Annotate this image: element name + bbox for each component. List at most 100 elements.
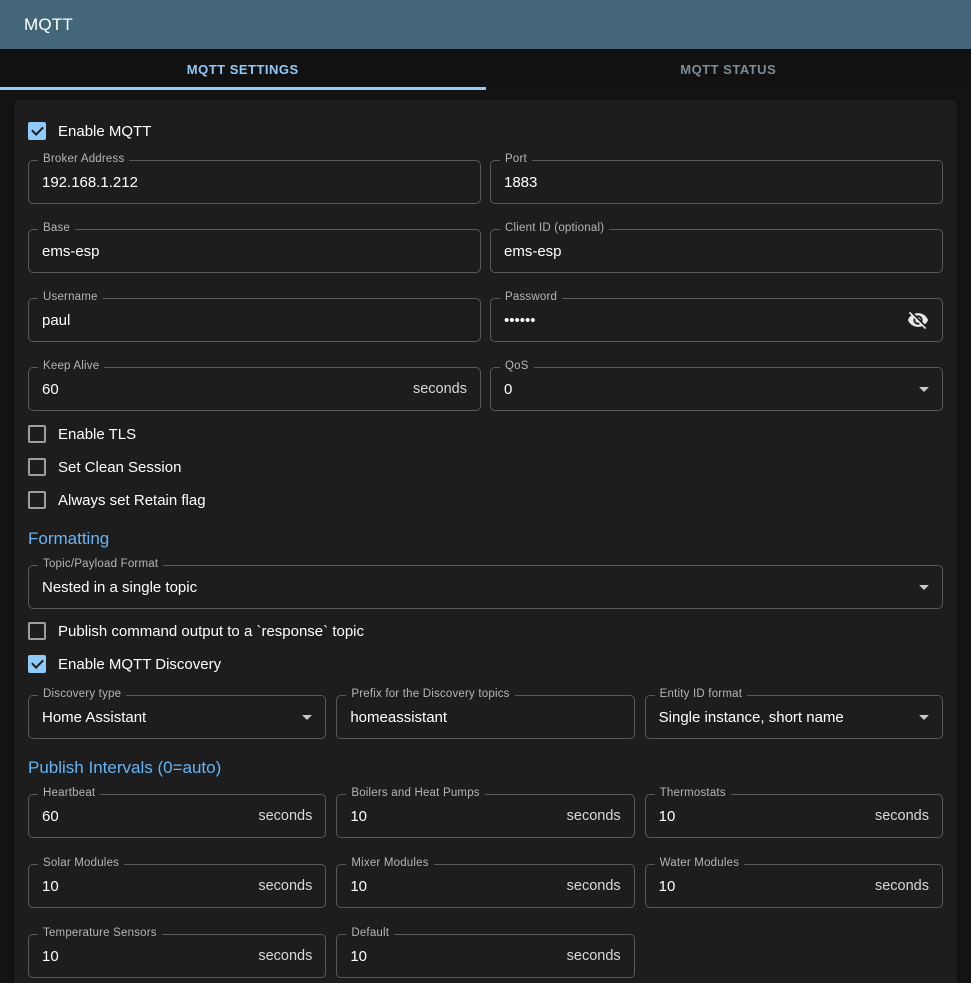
enable-discovery-label: Enable MQTT Discovery	[58, 656, 221, 673]
base-label: Base	[38, 222, 75, 234]
base-input[interactable]	[42, 243, 467, 260]
discovery-prefix-field[interactable]: Prefix for the Discovery topics	[336, 695, 634, 739]
publish-response-checkbox[interactable]: Publish command output to a `response` t…	[28, 622, 943, 640]
enable-discovery-checkbox[interactable]: Enable MQTT Discovery	[28, 655, 943, 673]
enable-tls-checkbox[interactable]: Enable TLS	[28, 425, 943, 443]
tab-mqtt-settings-label: MQTT SETTINGS	[187, 62, 299, 77]
heartbeat-unit: seconds	[258, 808, 312, 824]
grid-spacer	[645, 934, 943, 978]
mixer-modules-input[interactable]	[350, 878, 558, 895]
solar-modules-unit: seconds	[258, 878, 312, 894]
publish-intervals-heading: Publish Intervals (0=auto)	[28, 758, 943, 778]
water-modules-field[interactable]: Water Modules seconds	[645, 864, 943, 908]
mixer-modules-field[interactable]: Mixer Modules seconds	[336, 864, 634, 908]
topic-format-select[interactable]: Topic/Payload Format Nested in a single …	[28, 565, 943, 609]
checkbox-unchecked-icon	[28, 622, 46, 640]
discovery-type-value: Home Assistant	[42, 709, 294, 726]
tab-mqtt-status[interactable]: MQTT STATUS	[486, 49, 971, 90]
broker-address-input[interactable]	[42, 174, 467, 191]
discovery-type-label: Discovery type	[38, 688, 126, 700]
boilers-field[interactable]: Boilers and Heat Pumps seconds	[336, 794, 634, 838]
client-id-label: Client ID (optional)	[500, 222, 609, 234]
temperature-sensors-label: Temperature Sensors	[38, 927, 162, 939]
broker-address-field[interactable]: Broker Address	[28, 160, 481, 204]
retain-flag-label: Always set Retain flag	[58, 492, 206, 509]
mqtt-settings-page: MQTT MQTT SETTINGS MQTT STATUS Enable MQ…	[0, 0, 971, 983]
enable-mqtt-label: Enable MQTT	[58, 123, 151, 140]
page-title: MQTT	[24, 15, 73, 35]
temperature-sensors-input[interactable]	[42, 948, 250, 965]
topic-format-label: Topic/Payload Format	[38, 558, 163, 570]
qos-value: 0	[504, 381, 911, 398]
port-input[interactable]	[504, 174, 929, 191]
username-field[interactable]: Username	[28, 298, 481, 342]
checkbox-unchecked-icon	[28, 458, 46, 476]
entity-format-select[interactable]: Entity ID format Single instance, short …	[645, 695, 943, 739]
checkbox-checked-icon	[28, 122, 46, 140]
heartbeat-input[interactable]	[42, 808, 250, 825]
username-input[interactable]	[42, 312, 467, 329]
qos-label: QoS	[500, 360, 534, 372]
broker-address-label: Broker Address	[38, 153, 129, 165]
keep-alive-input[interactable]	[42, 381, 405, 398]
retain-flag-checkbox[interactable]: Always set Retain flag	[28, 491, 943, 509]
discovery-type-select[interactable]: Discovery type Home Assistant	[28, 695, 326, 739]
visibility-off-icon[interactable]	[907, 309, 929, 331]
solar-modules-input[interactable]	[42, 878, 250, 895]
keep-alive-label: Keep Alive	[38, 360, 104, 372]
port-label: Port	[500, 153, 532, 165]
heartbeat-field[interactable]: Heartbeat seconds	[28, 794, 326, 838]
solar-modules-field[interactable]: Solar Modules seconds	[28, 864, 326, 908]
default-interval-input[interactable]	[350, 948, 558, 965]
qos-select[interactable]: QoS 0	[490, 367, 943, 411]
thermostats-field[interactable]: Thermostats seconds	[645, 794, 943, 838]
enable-mqtt-checkbox[interactable]: Enable MQTT	[28, 122, 943, 140]
checkbox-checked-icon	[28, 655, 46, 673]
temperature-sensors-field[interactable]: Temperature Sensors seconds	[28, 934, 326, 978]
default-interval-label: Default	[346, 927, 394, 939]
mixer-modules-unit: seconds	[567, 878, 621, 894]
default-interval-unit: seconds	[567, 948, 621, 964]
app-header: MQTT	[0, 0, 971, 49]
checkbox-unchecked-icon	[28, 425, 46, 443]
clean-session-checkbox[interactable]: Set Clean Session	[28, 458, 943, 476]
tab-bar: MQTT SETTINGS MQTT STATUS	[0, 49, 971, 90]
port-field[interactable]: Port	[490, 160, 943, 204]
default-interval-field[interactable]: Default seconds	[336, 934, 634, 978]
client-id-field[interactable]: Client ID (optional)	[490, 229, 943, 273]
water-modules-unit: seconds	[875, 878, 929, 894]
dropdown-arrow-icon	[919, 387, 929, 392]
water-modules-label: Water Modules	[655, 857, 745, 869]
publish-response-label: Publish command output to a `response` t…	[58, 623, 364, 640]
checkbox-unchecked-icon	[28, 491, 46, 509]
password-label: Password	[500, 291, 562, 303]
client-id-input[interactable]	[504, 243, 929, 260]
dropdown-arrow-icon	[919, 715, 929, 720]
keep-alive-field[interactable]: Keep Alive seconds	[28, 367, 481, 411]
dropdown-arrow-icon	[919, 585, 929, 590]
topic-format-value: Nested in a single topic	[42, 579, 911, 596]
discovery-prefix-input[interactable]	[350, 709, 620, 726]
active-tab-indicator	[0, 87, 486, 90]
enable-tls-label: Enable TLS	[58, 426, 136, 443]
username-label: Username	[38, 291, 103, 303]
heartbeat-label: Heartbeat	[38, 787, 100, 799]
clean-session-label: Set Clean Session	[58, 459, 181, 476]
boilers-unit: seconds	[567, 808, 621, 824]
water-modules-input[interactable]	[659, 878, 867, 895]
solar-modules-label: Solar Modules	[38, 857, 124, 869]
settings-panel: Enable MQTT Broker Address Port Base Cli…	[14, 100, 957, 983]
password-field[interactable]: Password	[490, 298, 943, 342]
password-input[interactable]	[504, 312, 899, 329]
thermostats-unit: seconds	[875, 808, 929, 824]
boilers-input[interactable]	[350, 808, 558, 825]
tab-mqtt-settings[interactable]: MQTT SETTINGS	[0, 49, 486, 90]
thermostats-input[interactable]	[659, 808, 867, 825]
tab-mqtt-status-label: MQTT STATUS	[680, 62, 776, 77]
base-field[interactable]: Base	[28, 229, 481, 273]
entity-format-label: Entity ID format	[655, 688, 747, 700]
boilers-label: Boilers and Heat Pumps	[346, 787, 484, 799]
keep-alive-unit: seconds	[413, 381, 467, 397]
entity-format-value: Single instance, short name	[659, 709, 911, 726]
discovery-prefix-label: Prefix for the Discovery topics	[346, 688, 514, 700]
